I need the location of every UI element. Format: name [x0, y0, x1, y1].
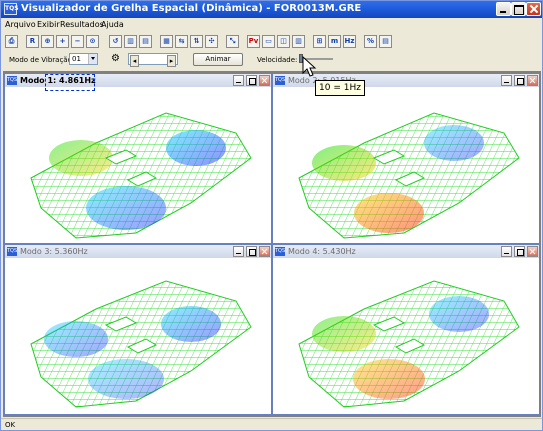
window-title: Visualizador de Grelha Espacial (Dinâmic…	[21, 3, 362, 14]
percent-icon[interactable]: %	[364, 35, 377, 48]
rotate-x-icon[interactable]: ✣	[205, 35, 218, 48]
report-icon[interactable]: ▤	[379, 35, 392, 48]
mode-shape-lobe	[424, 125, 484, 161]
menu-exibir[interactable]: Exibir	[37, 20, 60, 29]
mode-shape-lobe	[49, 140, 113, 176]
app-icon: TQS	[7, 247, 18, 256]
animation-icon[interactable]: ⚙	[111, 53, 120, 64]
pane-title-bar[interactable]: TQS Modo 1: 4.861Hz	[5, 74, 271, 87]
pane-title: Modo 3: 5.360Hz	[20, 247, 88, 256]
frame-scroller[interactable]: ◂ ▸	[128, 53, 178, 67]
mode-shape-lobe	[429, 296, 489, 332]
pane-title-bar[interactable]: TQS Modo 4: 5.430Hz	[273, 245, 539, 258]
pane-maximize-button[interactable]	[246, 246, 257, 257]
pv-icon[interactable]: Pv	[247, 35, 260, 48]
view-side-icon[interactable]: ▤	[139, 35, 152, 48]
pane-maximize-button[interactable]	[514, 75, 525, 86]
layout-4-icon[interactable]: ⊞	[313, 35, 326, 48]
mesh-plot-mode-4[interactable]	[274, 259, 538, 414]
mode-shape-lobe	[88, 359, 164, 399]
view-front-icon[interactable]: ▥	[124, 35, 137, 48]
menu-ajuda[interactable]: Ajuda	[101, 20, 124, 29]
pane-close-button[interactable]	[259, 246, 270, 257]
pane-mode-1[interactable]: TQS Modo 1: 4.861Hz	[4, 73, 272, 244]
rotate-up-icon[interactable]: ⇅	[190, 35, 203, 48]
pane-minimize-button[interactable]	[501, 75, 512, 86]
menu-arquivo[interactable]: Arquivo	[5, 20, 36, 29]
mesh-plot-mode-3[interactable]	[6, 259, 270, 414]
mode-hz-icon[interactable]: Hz	[343, 35, 356, 48]
layout-2-icon[interactable]: ◫	[277, 35, 290, 48]
zoom-window-icon[interactable]: ⊕	[41, 35, 54, 48]
title-bar[interactable]: TQS Visualizador de Grelha Espacial (Din…	[1, 1, 542, 18]
pane-mode-2[interactable]: TQS Modo 2: 5.015Hz	[272, 73, 540, 244]
pane-close-button[interactable]	[259, 75, 270, 86]
rotate-free-icon[interactable]: ⤡	[226, 35, 239, 48]
application-window: TQS Visualizador de Grelha Espacial (Din…	[0, 0, 543, 431]
pane-minimize-button[interactable]	[233, 246, 244, 257]
menu-resultados[interactable]: Resultados	[60, 20, 104, 29]
toolbar: ⎙ R ⊕ + − ⊙ ↺ ▥ ▤ ▦ ⇆ ⇅ ✣ ⤡ Pv ▭ ◫ ▥ ⊞ m Hz% ▤	[3, 34, 541, 52]
mesh-plot-mode-2[interactable]	[274, 88, 538, 243]
pane-mode-4[interactable]: TQS Modo 4: 5.430Hz	[272, 244, 540, 415]
layout-1-icon[interactable]: ▭	[262, 35, 275, 48]
pane-close-button[interactable]	[527, 75, 538, 86]
maximize-button[interactable]	[511, 2, 526, 16]
mode-shape-lobe	[312, 145, 376, 181]
zoom-all-icon[interactable]: ⊙	[86, 35, 99, 48]
pane-title: Modo 4: 5.430Hz	[288, 247, 356, 256]
mode-shape-lobe	[312, 316, 376, 352]
mode-shape-lobe	[166, 130, 226, 166]
mode-shape-lobe	[161, 306, 221, 342]
pane-maximize-button[interactable]	[246, 75, 257, 86]
speed-label: Velocidade:	[257, 56, 298, 64]
r-icon[interactable]: R	[26, 35, 39, 48]
scroll-right-button[interactable]: ▸	[167, 55, 176, 67]
scroll-left-button[interactable]: ◂	[130, 55, 139, 67]
minimize-button[interactable]	[496, 2, 511, 16]
status-text: OK	[5, 421, 16, 429]
mouse-pointer-icon	[302, 56, 317, 77]
print-icon[interactable]: ⎙	[5, 35, 18, 48]
app-icon: TQS	[275, 247, 286, 256]
pane-close-button[interactable]	[527, 246, 538, 257]
menu-bar: Arquivo Exibir Resultados Ajuda	[1, 18, 542, 33]
mesh-plot-mode-1[interactable]	[6, 88, 270, 243]
pane-minimize-button[interactable]	[501, 246, 512, 257]
mode-m-icon[interactable]: m	[328, 35, 341, 48]
mode-shape-lobe	[86, 186, 166, 230]
mode-shape-lobe	[353, 359, 425, 399]
mode-shape-lobe	[44, 321, 108, 357]
close-button[interactable]	[526, 2, 541, 16]
pane-title-bar[interactable]: TQS Modo 3: 5.360Hz	[5, 245, 271, 258]
pane-maximize-button[interactable]	[514, 246, 525, 257]
view-top-icon[interactable]: ▦	[160, 35, 173, 48]
animate-button[interactable]: Animar	[193, 53, 243, 66]
app-icon[interactable]: TQS	[4, 3, 19, 15]
app-icon: TQS	[275, 76, 286, 85]
zoom-previous-icon[interactable]: ↺	[109, 35, 122, 48]
rotate-left-icon[interactable]: ⇆	[175, 35, 188, 48]
layout-3-icon[interactable]: ▥	[292, 35, 305, 48]
app-icon: TQS	[7, 76, 18, 85]
mode-select[interactable]: 01	[69, 53, 98, 65]
mode-label: Modo de Vibração:	[9, 56, 75, 64]
control-bar: Modo de Vibração: 01 ⚙ ◂ ▸ Animar Veloci…	[3, 52, 541, 68]
chevron-down-icon[interactable]	[88, 54, 97, 64]
pane-minimize-button[interactable]	[233, 75, 244, 86]
mode-select-value: 01	[72, 55, 81, 63]
pane-title: Modo 1: 4.861Hz	[20, 76, 96, 85]
zoom-out-icon[interactable]: −	[71, 35, 84, 48]
speed-tooltip: 10 = 1Hz	[315, 80, 365, 96]
status-bar: OK	[1, 418, 542, 431]
zoom-in-icon[interactable]: +	[56, 35, 69, 48]
pane-mode-3[interactable]: TQS Modo 3: 5.360Hz	[4, 244, 272, 415]
mode-shape-lobe	[354, 193, 424, 233]
